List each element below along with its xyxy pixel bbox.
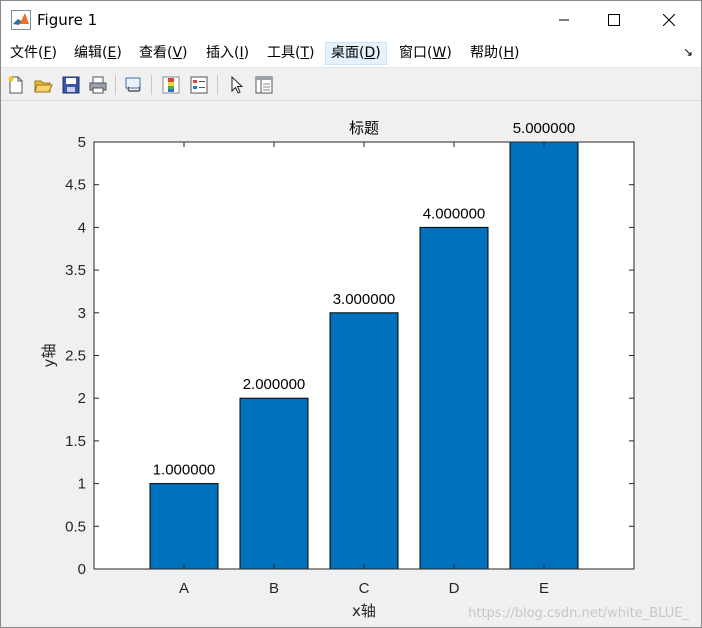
x-tick-label-E: E [539, 580, 549, 597]
dock-arrow-icon[interactable]: ↘ [683, 45, 693, 59]
save-button[interactable] [59, 73, 83, 97]
data-label-B: 2.000000 [243, 376, 306, 393]
menu-insert[interactable]: 插入(I) [201, 42, 254, 65]
print-button[interactable] [86, 73, 110, 97]
legend-button[interactable] [187, 73, 211, 97]
watermark-text: https://blog.csdn.net/white_BLUE_ [468, 606, 689, 621]
menu-window[interactable]: 窗口(W) [394, 42, 457, 65]
toolbar-separator [217, 75, 218, 95]
y-tick-label: 4.5 [65, 177, 86, 194]
bar-D [419, 226, 489, 570]
bar-chart[interactable]: 1.000000 2.000000 3.000000 4.000000 5.000000… [1, 102, 701, 627]
y-tick-label: 3.5 [65, 262, 86, 279]
menu-help[interactable]: 帮助(H) [465, 42, 524, 65]
edit-plot-button[interactable] [225, 73, 249, 97]
data-label-E: 5.000000 [513, 120, 576, 137]
menu-tools[interactable]: 工具(T) [262, 42, 320, 65]
y-tick-label: 2.5 [65, 348, 86, 365]
menu-edit[interactable]: 编辑(E) [69, 42, 127, 65]
y-tick-label: 5 [78, 134, 86, 151]
print-icon [89, 76, 107, 94]
plot-browser-icon [255, 76, 273, 94]
menu-bar: 文件(F) 编辑(E) 查看(V) 插入(I) 工具(T) 桌面(D) 窗口(W… [1, 39, 701, 68]
maximize-button[interactable] [591, 1, 637, 39]
x-tick-label-A: A [179, 580, 189, 597]
open-button[interactable] [31, 73, 55, 97]
minimize-icon [559, 19, 569, 21]
x-tick-label-C: C [359, 580, 370, 597]
bar-E [509, 141, 579, 570]
pointer-icon [231, 75, 244, 94]
window-title: Figure 1 [37, 11, 98, 29]
save-icon [62, 76, 80, 94]
new-file-icon [8, 76, 23, 94]
link-plot-button[interactable] [122, 73, 146, 97]
y-tick-label: 2 [78, 390, 86, 407]
colorbar-icon [162, 76, 180, 94]
y-tick-label: 4 [78, 219, 86, 236]
legend-icon [190, 76, 208, 94]
close-button[interactable] [646, 1, 692, 39]
plot-browser-button[interactable] [252, 73, 276, 97]
menu-file[interactable]: 文件(F) [5, 42, 62, 65]
x-tick-label-B: B [269, 580, 279, 597]
bar-A [149, 483, 219, 570]
link-plot-icon [125, 77, 141, 92]
menu-desktop[interactable]: 桌面(D) [325, 42, 387, 65]
bar-C [329, 312, 399, 570]
chart-title: 标题 [349, 119, 379, 137]
toolbar-separator [151, 75, 152, 95]
y-tick-label: 1 [78, 476, 86, 493]
minimize-button[interactable] [541, 1, 587, 39]
x-axis-label: x轴 [352, 602, 376, 620]
figure-canvas[interactable]: 1.000000 2.000000 3.000000 4.000000 5.000000… [1, 102, 701, 627]
open-folder-icon [34, 80, 53, 93]
y-tick-label: 0.5 [65, 518, 86, 535]
y-tick-label: 0 [78, 561, 86, 578]
menu-view[interactable]: 查看(V) [134, 42, 193, 65]
colorbar-button[interactable] [159, 73, 183, 97]
data-label-D: 4.000000 [423, 205, 486, 222]
y-tick-label: 3 [78, 305, 86, 322]
figure-toolbar [1, 69, 701, 101]
x-tick-label-D: D [449, 580, 460, 597]
y-tick-label: 1.5 [65, 433, 86, 450]
data-label-C: 3.000000 [333, 291, 396, 308]
maximize-icon [608, 14, 620, 26]
y-axis-label: y轴 [40, 344, 58, 368]
toolbar-separator [115, 75, 116, 95]
data-label-A: 1.000000 [153, 462, 216, 479]
new-file-button[interactable] [4, 73, 28, 97]
close-icon [663, 14, 675, 26]
figure-window: Figure 1 文件(F) 编辑(E) 查看(V) 插入(I) 工具(T) 桌… [0, 0, 702, 628]
bar-B [239, 397, 309, 570]
title-bar: Figure 1 [1, 1, 701, 39]
matlab-logo-icon [11, 10, 31, 30]
